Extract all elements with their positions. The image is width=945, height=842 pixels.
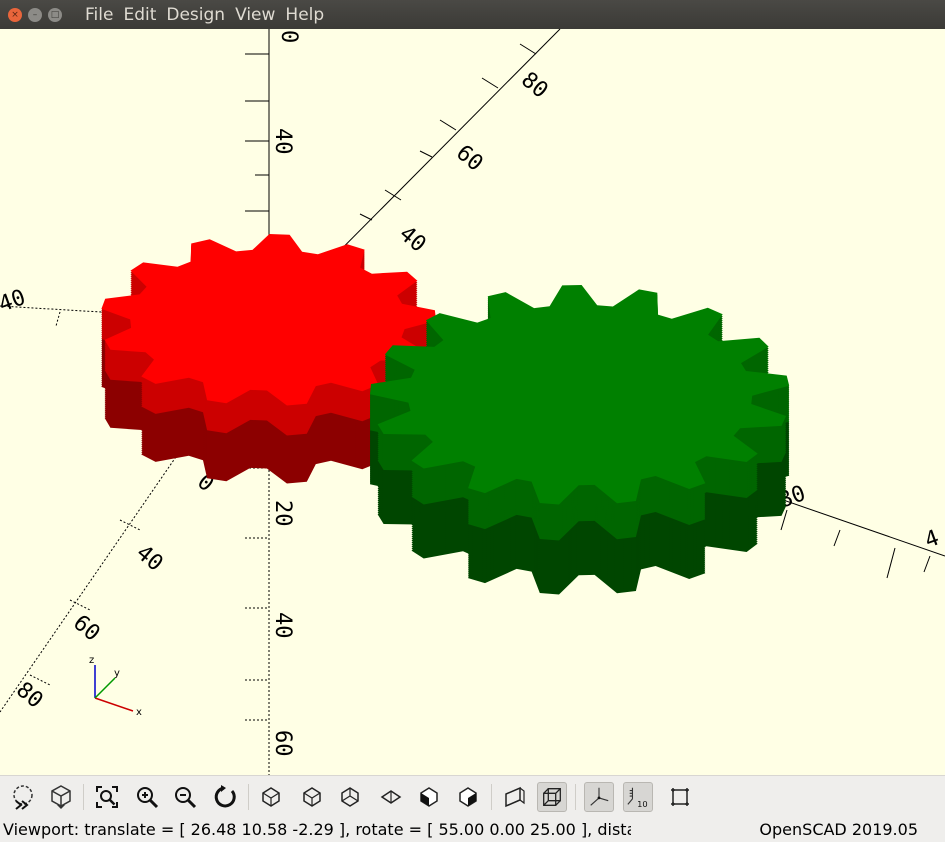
menu-design[interactable]: Design [161,5,230,25]
toolbar-separator [491,784,492,810]
minimize-icon: – [32,9,38,20]
reset-view-button[interactable] [210,782,240,812]
show-scale-markers-icon: 10 [627,787,648,809]
menu-view[interactable]: View [230,5,280,25]
y-label-60: 60 [451,140,487,176]
view-all-button[interactable] [92,782,122,812]
perspective-icon [505,786,525,808]
toolbar-separator [248,784,249,810]
view-back-button[interactable] [453,782,483,812]
show-scale-markers-button[interactable]: 10 [623,782,653,812]
view-back-icon [459,787,477,807]
menu-file[interactable]: File [80,5,118,25]
view-bottom-button[interactable] [335,782,365,812]
green-gear[interactable] [370,285,790,595]
orthogonal-button[interactable] [537,782,567,812]
close-window-button[interactable]: × [8,7,22,22]
toolbar-separator [575,784,576,810]
render-button[interactable] [46,782,76,812]
version-label: OpenSCAD 2019.05 [759,820,918,839]
maximize-icon: □ [50,9,60,20]
view-right-icon [262,787,280,807]
z-label-40: 40 [270,128,295,155]
reset-view-icon [214,785,236,808]
gizmo-x-label: x [136,707,142,718]
menu-help[interactable]: Help [280,5,329,25]
view-top-button[interactable] [297,782,327,812]
view-top-icon [303,787,321,807]
show-edges-icon [671,788,689,806]
gizmo-y-label: y [114,668,120,679]
view-all-icon [96,786,118,808]
view-front-button[interactable] [414,782,444,812]
render-preview-button[interactable] [8,782,38,812]
view-right-button[interactable] [256,782,286,812]
x-label-left: 40 [0,285,29,318]
3d-viewport[interactable]: 0 40 20 20 40 60 40 60 80 80 4 40 0 40 6… [0,29,945,775]
y-label-80: 80 [516,67,552,103]
scale-marker-number: 10 [637,799,648,809]
zoom-out-icon [175,787,197,809]
viewer-toolbar: 10 [0,775,945,819]
y-label-front-60: 60 [68,610,104,646]
viewport-status: Viewport: translate = [ 26.48 10.58 -2.2… [3,820,631,839]
z-label-top: 0 [276,30,301,43]
menu-bar: File Edit Design View Help [80,5,329,25]
gizmo-z-label: z [89,655,94,666]
title-bar: × – □ File Edit Design View Help [0,0,945,29]
zoom-in-button[interactable] [132,782,162,812]
show-axes-button[interactable] [584,782,614,812]
menu-edit[interactable]: Edit [118,5,161,25]
maximize-window-button[interactable]: □ [48,7,62,22]
y-label-front-40: 40 [131,540,167,576]
view-bottom-icon [341,787,359,807]
minimize-window-button[interactable]: – [28,7,42,22]
orthogonal-icon [543,788,561,806]
z-label-minus-20: 20 [270,500,295,527]
render-preview-icon [13,785,33,810]
zoom-out-button[interactable] [170,782,200,812]
y-label-40: 40 [394,221,430,257]
zoom-in-icon [137,787,159,809]
toolbar-separator [83,784,84,810]
axis-gizmo: z y x [89,655,142,718]
y-label-front-80: 80 [11,677,47,713]
show-edges-button[interactable] [665,782,695,812]
status-bar: Viewport: translate = [ 26.48 10.58 -2.2… [0,818,945,842]
close-icon: × [11,9,19,20]
z-label-minus-40: 40 [270,612,295,639]
z-label-minus-60: 60 [270,730,295,757]
view-left-icon [380,790,402,804]
show-axes-icon [590,787,609,806]
view-front-icon [420,787,438,807]
view-left-button[interactable] [376,782,406,812]
render-icon [51,785,71,809]
perspective-button[interactable] [500,782,530,812]
